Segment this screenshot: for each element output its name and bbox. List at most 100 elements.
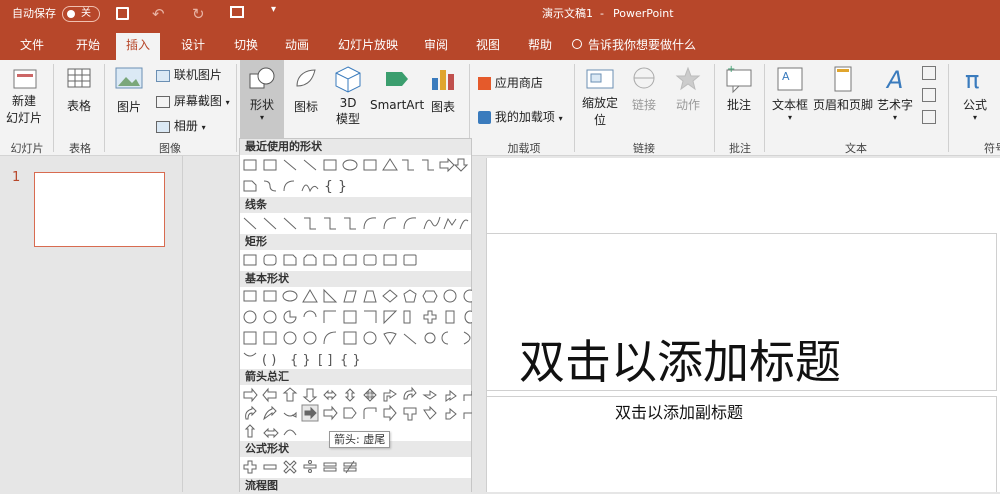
section-rectangles: 矩形 bbox=[240, 234, 471, 250]
online-picture-button[interactable]: 联机图片 bbox=[156, 66, 222, 83]
svg-text:π: π bbox=[965, 66, 979, 94]
rectangles-row bbox=[240, 250, 471, 271]
action-label: 动作 bbox=[675, 98, 700, 112]
zoom-label-1: 缩放定 bbox=[581, 96, 618, 110]
tooltip-text: 箭头: 虚尾 bbox=[334, 433, 386, 446]
shapes-label: 形状 bbox=[249, 98, 274, 112]
present-icon[interactable] bbox=[230, 6, 244, 18]
chart-button[interactable]: 图表 bbox=[426, 64, 460, 115]
shapes-button[interactable]: 形状 ▾ bbox=[240, 60, 284, 138]
chart-label: 图表 bbox=[430, 100, 455, 114]
my-addins-button[interactable]: 我的加载项 ▾ bbox=[478, 108, 563, 125]
tab-slideshow[interactable]: 幻灯片放映 bbox=[338, 33, 398, 60]
title-bar: 自动保存 关 ↶ ↻ ▾ 演示文稿1 - PowerPoint bbox=[0, 0, 1000, 28]
comment-label: 批注 bbox=[726, 98, 751, 112]
store-button[interactable]: 应用商店 bbox=[478, 74, 543, 91]
new-slide-icon bbox=[13, 69, 37, 89]
online-picture-icon bbox=[156, 69, 170, 82]
wordart-icon: A bbox=[885, 66, 903, 94]
link-label: 链接 bbox=[631, 98, 656, 112]
title-placeholder[interactable]: 双击以添加标题 bbox=[487, 233, 997, 391]
wordart-button[interactable]: A 艺术字 ▾ bbox=[876, 64, 914, 122]
star-icon bbox=[675, 66, 701, 91]
slide-canvas: 双击以添加标题 双击以添加副标题 bbox=[486, 158, 1000, 492]
title-separator: - bbox=[600, 7, 604, 20]
chevron-down-icon: ▾ bbox=[892, 113, 897, 122]
table-label: 表格 bbox=[66, 99, 91, 113]
new-slide-button[interactable]: 新建 幻灯片 bbox=[4, 64, 44, 126]
group-separator bbox=[764, 64, 765, 152]
tab-design[interactable]: 设计 bbox=[181, 33, 205, 60]
picture-button[interactable]: 图片 bbox=[110, 64, 148, 115]
tell-me-search[interactable]: 告诉我你想要做什么 bbox=[588, 33, 696, 60]
undo-icon[interactable]: ↶ bbox=[152, 5, 165, 23]
subtitle-placeholder[interactable]: 双击以添加副标题 bbox=[487, 396, 997, 492]
ribbon-tabs: 文件 开始 插入 设计 切换 动画 幻灯片放映 审阅 视图 帮助 告诉我你想要做… bbox=[0, 28, 1000, 60]
lines-icons[interactable] bbox=[240, 213, 472, 234]
zoom-button[interactable]: 缩放定 位 bbox=[580, 64, 620, 128]
group-separator bbox=[948, 64, 949, 152]
addins-icon bbox=[478, 111, 491, 124]
smartart-icon bbox=[386, 72, 408, 86]
3d-model-button[interactable]: 3D 模型 bbox=[330, 64, 366, 127]
customize-qat-icon[interactable]: ▾ bbox=[271, 4, 276, 15]
chart-icon bbox=[432, 70, 454, 90]
slide-thumbnail[interactable] bbox=[34, 172, 165, 247]
tab-view[interactable]: 视图 bbox=[476, 33, 500, 60]
group-separator bbox=[574, 64, 575, 152]
date-icon[interactable] bbox=[922, 66, 936, 80]
basic-shape-icons[interactable]: ( ) { } [ ] { } bbox=[240, 287, 477, 369]
tab-home[interactable]: 开始 bbox=[76, 33, 100, 60]
svg-text:{: { bbox=[324, 179, 333, 195]
comment-button[interactable]: + 批注 bbox=[720, 64, 758, 113]
screenshot-button[interactable]: 屏幕截图 ▾ bbox=[156, 92, 230, 109]
album-button[interactable]: 相册 ▾ bbox=[156, 117, 206, 134]
save-icon[interactable] bbox=[116, 7, 129, 20]
table-icon bbox=[67, 68, 91, 88]
chevron-down-icon: ▾ bbox=[225, 98, 230, 107]
icons-button[interactable]: 图标 bbox=[288, 64, 324, 115]
group-label-text: 文本 bbox=[845, 142, 867, 155]
svg-text:+: + bbox=[727, 64, 735, 75]
store-label: 应用商店 bbox=[494, 76, 543, 90]
group-label-table: 表格 bbox=[69, 142, 91, 155]
tab-review[interactable]: 审阅 bbox=[424, 33, 448, 60]
tab-transitions[interactable]: 切换 bbox=[234, 33, 258, 60]
text-small-buttons bbox=[922, 66, 936, 124]
link-button[interactable]: 链接 bbox=[626, 64, 662, 113]
title-placeholder-text: 双击以添加标题 bbox=[519, 335, 841, 389]
textbox-button[interactable]: A 文本框 ▾ bbox=[770, 64, 810, 122]
ribbon-panel: 新建 幻灯片 表格 图片 联机图片 屏幕截图 ▾ 相册 ▾ 形状 ▾ 图标 3D… bbox=[0, 60, 1000, 156]
zoom-label-2: 位 bbox=[593, 113, 606, 127]
tab-insert[interactable]: 插入 bbox=[116, 33, 161, 60]
basic-shapes-rows: ( ) { } [ ] { } bbox=[240, 287, 477, 369]
toggle-knob bbox=[67, 10, 75, 18]
header-footer-button[interactable]: 页眉和页脚 bbox=[812, 64, 874, 113]
icons-label: 图标 bbox=[293, 100, 318, 114]
wordart-label: 艺术字 bbox=[876, 98, 913, 112]
rectangle-icons[interactable] bbox=[240, 250, 472, 271]
smartart-button[interactable]: SmartArt bbox=[370, 64, 424, 112]
tab-file[interactable]: 文件 bbox=[20, 33, 44, 60]
equation-shape-icons[interactable] bbox=[240, 457, 472, 478]
object-icon[interactable] bbox=[922, 110, 936, 124]
recent-shapes-row: {} bbox=[240, 155, 471, 197]
chevron-down-icon: ▾ bbox=[787, 113, 792, 122]
shape-tooltip: 箭头: 虚尾 bbox=[329, 431, 391, 448]
equation-button[interactable]: π 公式 ▾ bbox=[956, 64, 994, 122]
tab-animations[interactable]: 动画 bbox=[285, 33, 309, 60]
slide-number-icon[interactable] bbox=[922, 88, 936, 102]
tab-help[interactable]: 帮助 bbox=[528, 33, 552, 60]
section-lines: 线条 bbox=[240, 197, 471, 213]
group-label-comments: 批注 bbox=[729, 142, 751, 155]
autosave-toggle[interactable]: 关 bbox=[62, 6, 100, 22]
group-label-images: 图像 bbox=[159, 142, 181, 155]
recent-shapes-icons[interactable]: {} bbox=[240, 155, 472, 197]
textbox-icon: A bbox=[777, 67, 803, 91]
svg-text:A: A bbox=[782, 70, 790, 83]
slide-number: 1 bbox=[12, 170, 21, 185]
group-separator bbox=[53, 64, 54, 152]
action-button[interactable]: 动作 bbox=[670, 64, 706, 113]
redo-icon[interactable]: ↻ bbox=[192, 5, 205, 23]
table-button[interactable]: 表格 bbox=[60, 64, 98, 114]
